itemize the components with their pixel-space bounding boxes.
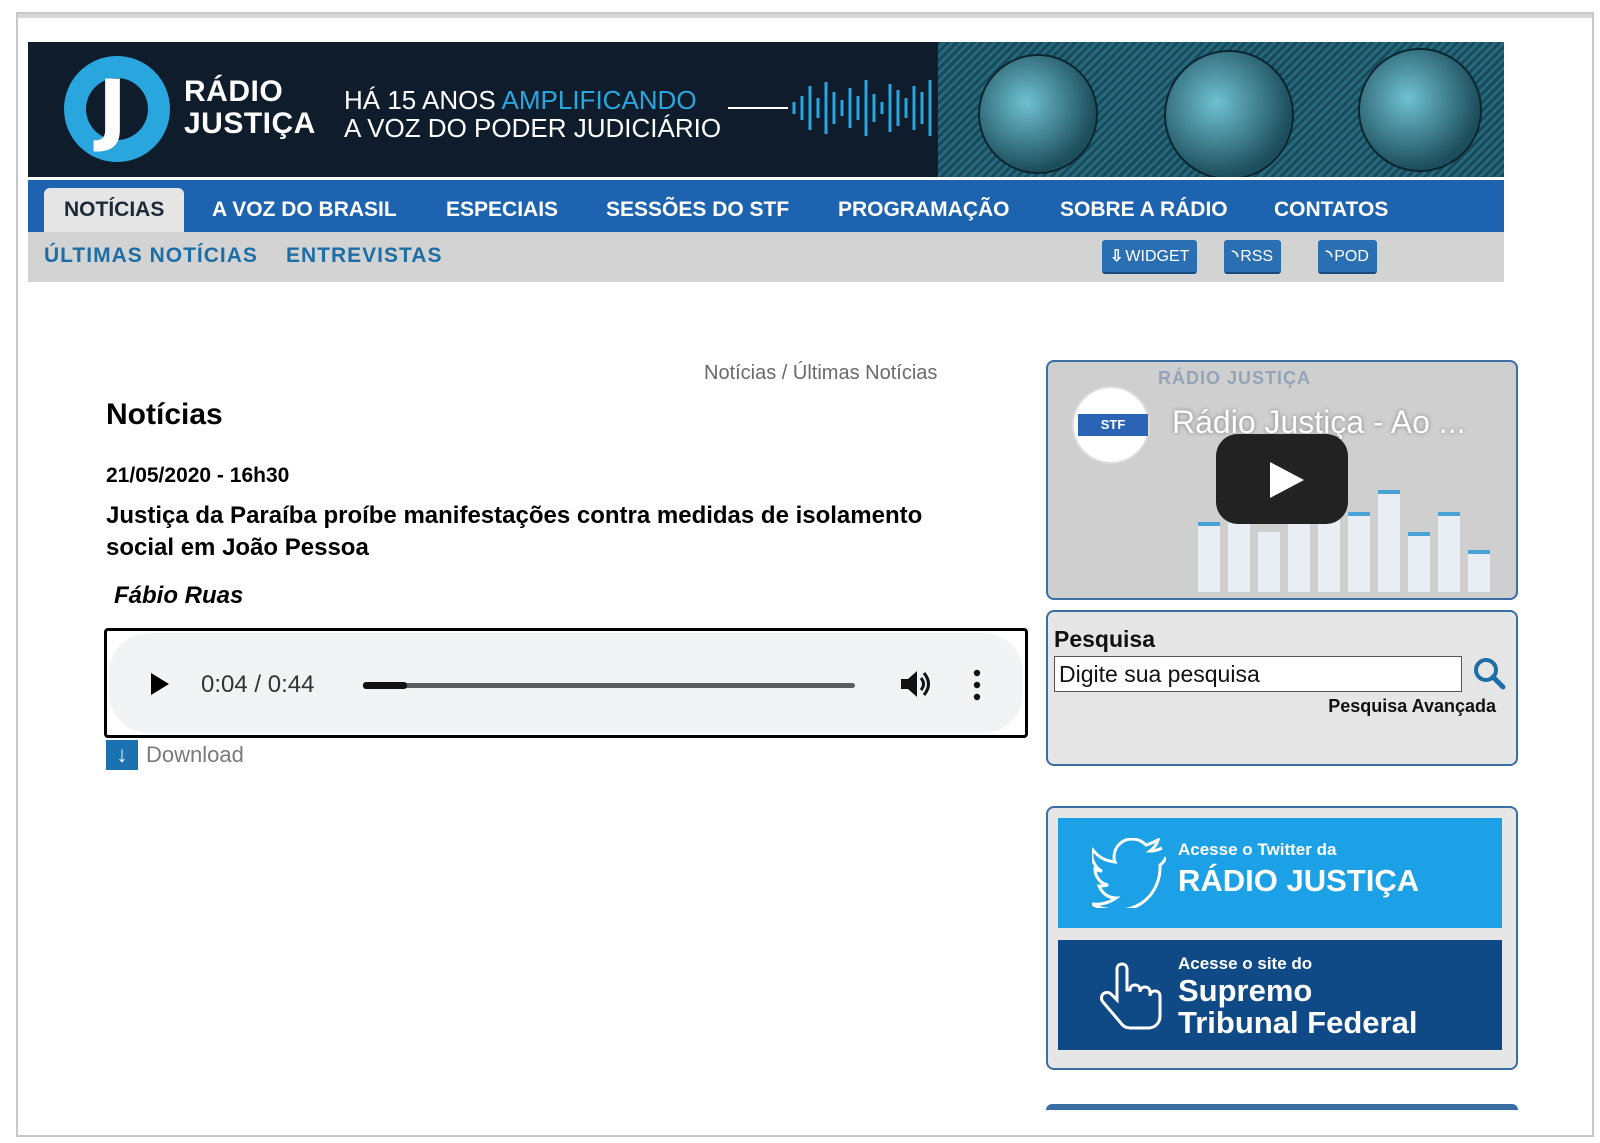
- page-title: Notícias: [106, 398, 223, 431]
- rss-icon: ◝: [1232, 248, 1239, 265]
- pod-label: POD: [1334, 248, 1369, 265]
- nav-item-noticias[interactable]: NOTÍCIAS: [44, 188, 185, 232]
- pointing-hand-icon: [1100, 962, 1162, 1030]
- tagline-prefix: HÁ 15 ANOS: [344, 85, 502, 115]
- search-icon[interactable]: [1472, 656, 1506, 690]
- twitter-banner[interactable]: Acesse o Twitter da RÁDIO JUSTIÇA: [1058, 818, 1502, 928]
- banner-tagline: HÁ 15 ANOS AMPLIFICANDO A VOZ DO PODER J…: [344, 86, 721, 142]
- stf-big-text-line1: Supremo: [1178, 973, 1313, 1008]
- youtube-play-icon[interactable]: [1216, 434, 1348, 524]
- rss-button[interactable]: ◝ RSS: [1224, 240, 1282, 274]
- twitter-big-text: RÁDIO JUSTIÇA: [1178, 863, 1420, 898]
- advanced-search-link[interactable]: Pesquisa Avançada: [1328, 696, 1496, 717]
- logo-letter-j-icon: J: [98, 65, 128, 155]
- article-author: Fábio Ruas: [114, 582, 244, 609]
- brand-line1: RÁDIO: [184, 75, 284, 108]
- audio-seek-bar[interactable]: [363, 682, 855, 689]
- nav-item-especiais[interactable]: ESPECIAIS: [426, 188, 578, 232]
- breadcrumb: Notícias / Últimas Notícias: [704, 362, 937, 385]
- main-nav: NOTÍCIAS A VOZ DO BRASIL ESPECIAIS SESSÕ…: [28, 180, 1504, 232]
- tagline-line2: A VOZ DO PODER JUDICIÁRIO: [344, 113, 722, 143]
- article-headline: Justiça da Paraíba proíbe manifestações …: [106, 502, 923, 561]
- microphone-image: [978, 54, 1098, 174]
- twitter-small-text: Acesse o Twitter da: [1178, 840, 1337, 859]
- widget-button[interactable]: ⇩ WIDGET: [1102, 240, 1198, 274]
- nav-item-sobre-a-radio[interactable]: SOBRE A RÁDIO: [1040, 188, 1248, 232]
- download-arrow-icon: ⇩: [1110, 248, 1124, 265]
- audio-time: 0:04 / 0:44: [201, 671, 315, 698]
- site-banner: J RÁDIO JUSTIÇA HÁ 15 ANOS AMPLIFICANDO …: [28, 42, 1504, 177]
- microphones-photo: [938, 42, 1504, 177]
- breadcrumb-separator: /: [776, 362, 793, 384]
- microphone-image: [1358, 48, 1482, 172]
- subnav-ultimas-noticias[interactable]: ÚLTIMAS NOTÍCIAS: [44, 244, 258, 268]
- video-channel-label: RÁDIO JUSTIÇA: [1158, 368, 1312, 388]
- nav-item-sessoes-do-stf[interactable]: SESSÕES DO STF: [586, 188, 809, 232]
- download-label: Download: [146, 742, 244, 767]
- stf-logo-text: STF: [1078, 414, 1148, 436]
- search-input[interactable]: [1054, 656, 1462, 692]
- widget-label: WIDGET: [1125, 248, 1190, 265]
- search-box: Pesquisa Pesquisa Avançada: [1046, 610, 1518, 766]
- article-date: 21/05/2020 - 16h30: [106, 464, 290, 487]
- next-widget-edge: [1046, 1104, 1518, 1110]
- audio-player: 0:04 / 0:44: [104, 628, 1028, 738]
- audio-player-body: 0:04 / 0:44: [109, 633, 1023, 733]
- nav-item-a-voz-do-brasil[interactable]: A VOZ DO BRASIL: [192, 188, 417, 232]
- nav-item-programacao[interactable]: PROGRAMAÇÃO: [818, 188, 1030, 232]
- podcast-button[interactable]: ◝ POD: [1318, 240, 1377, 274]
- volume-icon[interactable]: [899, 669, 933, 699]
- download-icon: ↓: [106, 740, 138, 770]
- rss-icon: ◝: [1326, 248, 1333, 265]
- subnav-entrevistas[interactable]: ENTREVISTAS: [286, 244, 442, 268]
- more-options-icon[interactable]: [973, 669, 981, 701]
- external-links-box: Acesse o Twitter da RÁDIO JUSTIÇA Acesse…: [1046, 806, 1518, 1070]
- sub-nav: ÚLTIMAS NOTÍCIAS ENTREVISTAS ⇩ WIDGET ◝ RS…: [28, 232, 1504, 282]
- breadcrumb-current[interactable]: Últimas Notícias: [793, 362, 937, 384]
- audio-progress: [363, 682, 408, 689]
- microphone-image: [1164, 50, 1294, 177]
- twitter-bird-icon: [1092, 838, 1166, 908]
- stf-small-text: Acesse o site do: [1178, 954, 1313, 973]
- breadcrumb-root[interactable]: Notícias: [704, 362, 776, 384]
- brand-name: RÁDIO JUSTIÇA: [184, 76, 316, 140]
- stf-channel-logo[interactable]: STF: [1072, 386, 1150, 464]
- nav-item-contatos[interactable]: CONTATOS: [1254, 188, 1408, 232]
- brand-line2: JUSTIÇA: [184, 107, 316, 140]
- sound-wave-icon: [728, 80, 932, 136]
- stf-banner[interactable]: Acesse o site do Supremo Tribunal Federa…: [1058, 940, 1502, 1050]
- frame-top-bar: [18, 14, 1592, 18]
- play-icon[interactable]: [151, 673, 169, 695]
- search-label: Pesquisa: [1054, 626, 1155, 652]
- video-embed[interactable]: RÁDIO JUSTIÇA STF Rádio Justiça - Ao ...: [1046, 360, 1518, 600]
- rss-label: RSS: [1240, 248, 1274, 265]
- tagline-accent: AMPLIFICANDO: [501, 85, 697, 115]
- stf-big-text-line2: Tribunal Federal: [1178, 1005, 1418, 1040]
